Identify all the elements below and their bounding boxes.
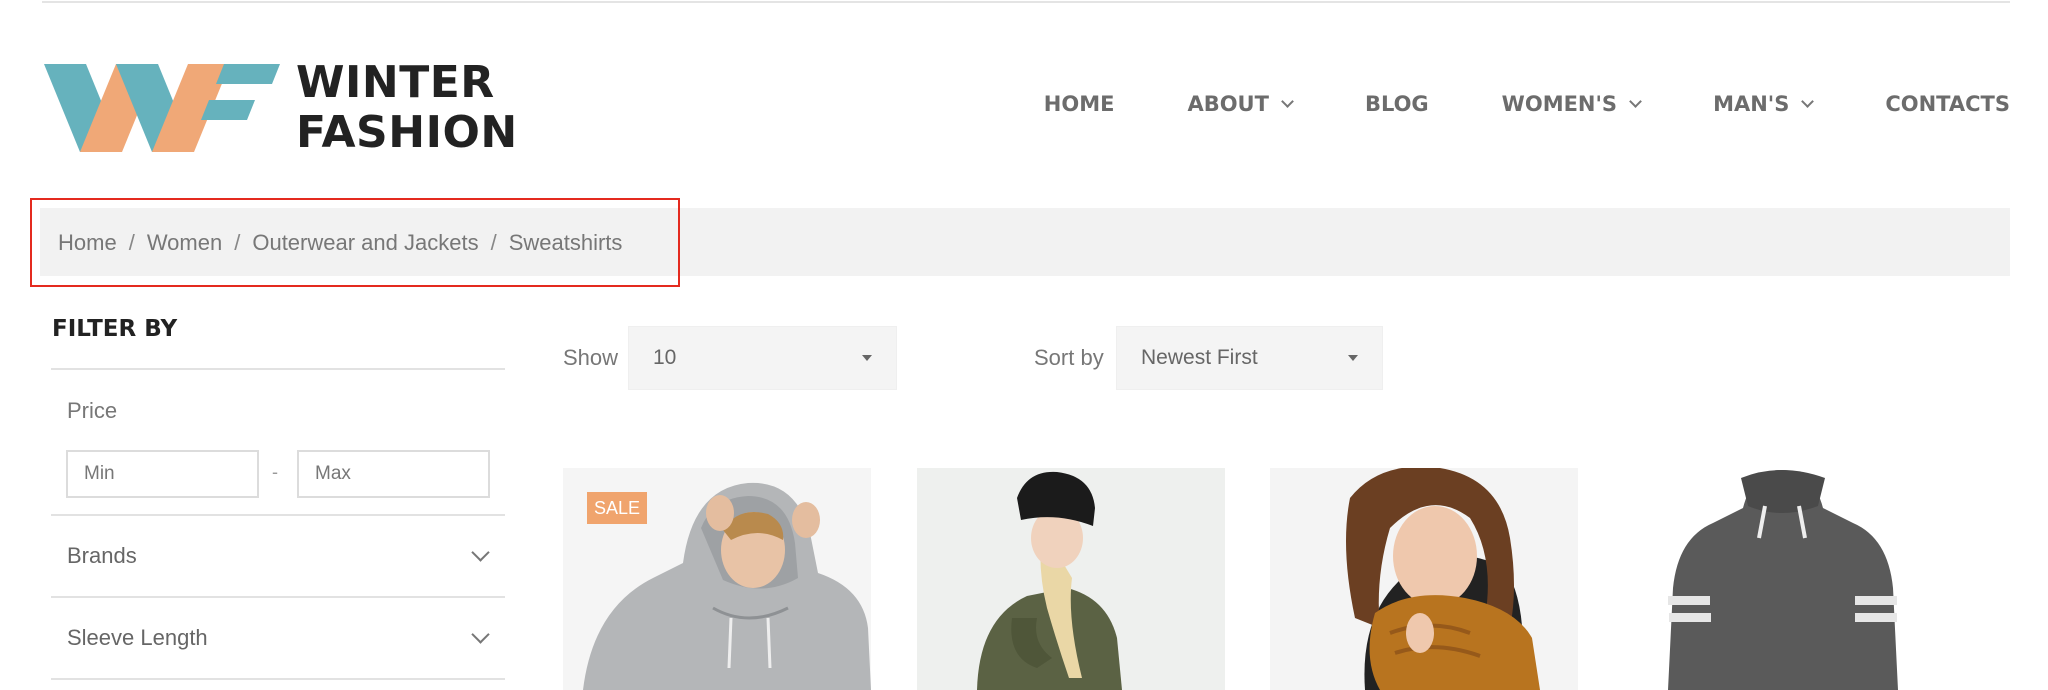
breadcrumb: Home / Women / Outerwear and Jackets / S… <box>58 230 622 256</box>
breadcrumb-outerwear[interactable]: Outerwear and Jackets <box>252 230 478 256</box>
price-max-input[interactable] <box>297 450 490 498</box>
sort-value: Newest First <box>1141 346 1258 369</box>
filter-sleeve-length-label: Sleeve Length <box>67 625 208 650</box>
sort-label: Sort by <box>1034 345 1104 370</box>
nav-item-label: ABOUT <box>1187 92 1269 116</box>
sort-select[interactable]: Newest First <box>1116 326 1383 390</box>
winter-fashion-logo-mark <box>44 64 280 152</box>
nav-item-label: CONTACTS <box>1885 92 2010 116</box>
nav-item-contacts[interactable]: CONTACTS <box>1885 92 2010 116</box>
brand-name-line1: WINTER <box>296 57 495 108</box>
breadcrumb-current: Sweatshirts <box>508 230 623 255</box>
divider <box>51 678 505 680</box>
brand-logo[interactable]: WINTER FASHION <box>44 58 517 158</box>
filter-sleeve-length[interactable]: Sleeve Length <box>51 598 505 678</box>
caret-down-icon <box>1348 355 1358 361</box>
show-label: Show <box>563 345 619 370</box>
nav-item-label: HOME <box>1043 92 1115 116</box>
show-count-value: 10 <box>653 346 677 369</box>
chevron-down-icon <box>471 624 490 644</box>
product-card-4[interactable] <box>1623 468 1931 690</box>
caret-down-icon <box>862 355 872 361</box>
chevron-down-icon <box>471 542 490 562</box>
nav-item-about[interactable]: ABOUT <box>1187 92 1294 116</box>
nav-item-home[interactable]: HOME <box>1044 92 1115 116</box>
nav-item-label: BLOG <box>1364 92 1429 116</box>
nav-item-label: MAN'S <box>1713 92 1790 116</box>
product-image-woman-mustard-scarf <box>1270 468 1578 690</box>
product-image-grey-striped-hoodie <box>1623 468 1931 690</box>
price-label: Price <box>67 398 118 423</box>
breadcrumb-home[interactable]: Home <box>58 230 117 256</box>
sale-badge: SALE <box>587 492 647 524</box>
price-min-input[interactable] <box>66 450 259 498</box>
chevron-down-icon <box>1281 94 1294 108</box>
nav-item-blog[interactable]: BLOG <box>1365 92 1429 116</box>
price-range-dash: - <box>272 462 278 482</box>
product-card-2[interactable] <box>917 468 1225 690</box>
breadcrumb-separator: / <box>490 230 497 255</box>
breadcrumb-women[interactable]: Women <box>147 230 222 256</box>
brand-name-line2: FASHION <box>296 107 518 158</box>
brand-name: WINTER FASHION <box>296 58 518 158</box>
filter-brands[interactable]: Brands <box>51 516 505 596</box>
breadcrumb-separator: / <box>128 230 135 255</box>
divider <box>51 368 505 370</box>
main-nav: HOME ABOUT BLOG WOMEN'S MAN'S CONTACTS <box>1044 92 2010 116</box>
filter-brands-label: Brands <box>67 543 137 568</box>
top-divider <box>42 1 2010 3</box>
filter-title: FILTER BY <box>52 316 178 342</box>
nav-item-womens[interactable]: WOMEN'S <box>1501 92 1642 116</box>
breadcrumb-separator: / <box>234 230 241 255</box>
chevron-down-icon <box>1801 94 1815 108</box>
product-card-3[interactable] <box>1270 468 1578 690</box>
show-count-select[interactable]: 10 <box>628 326 897 390</box>
chevron-down-icon <box>1629 94 1642 108</box>
nav-item-label: WOMEN'S <box>1501 92 1618 116</box>
nav-item-mans[interactable]: MAN'S <box>1713 92 1815 116</box>
product-image-woman-olive-sweater <box>917 468 1225 690</box>
